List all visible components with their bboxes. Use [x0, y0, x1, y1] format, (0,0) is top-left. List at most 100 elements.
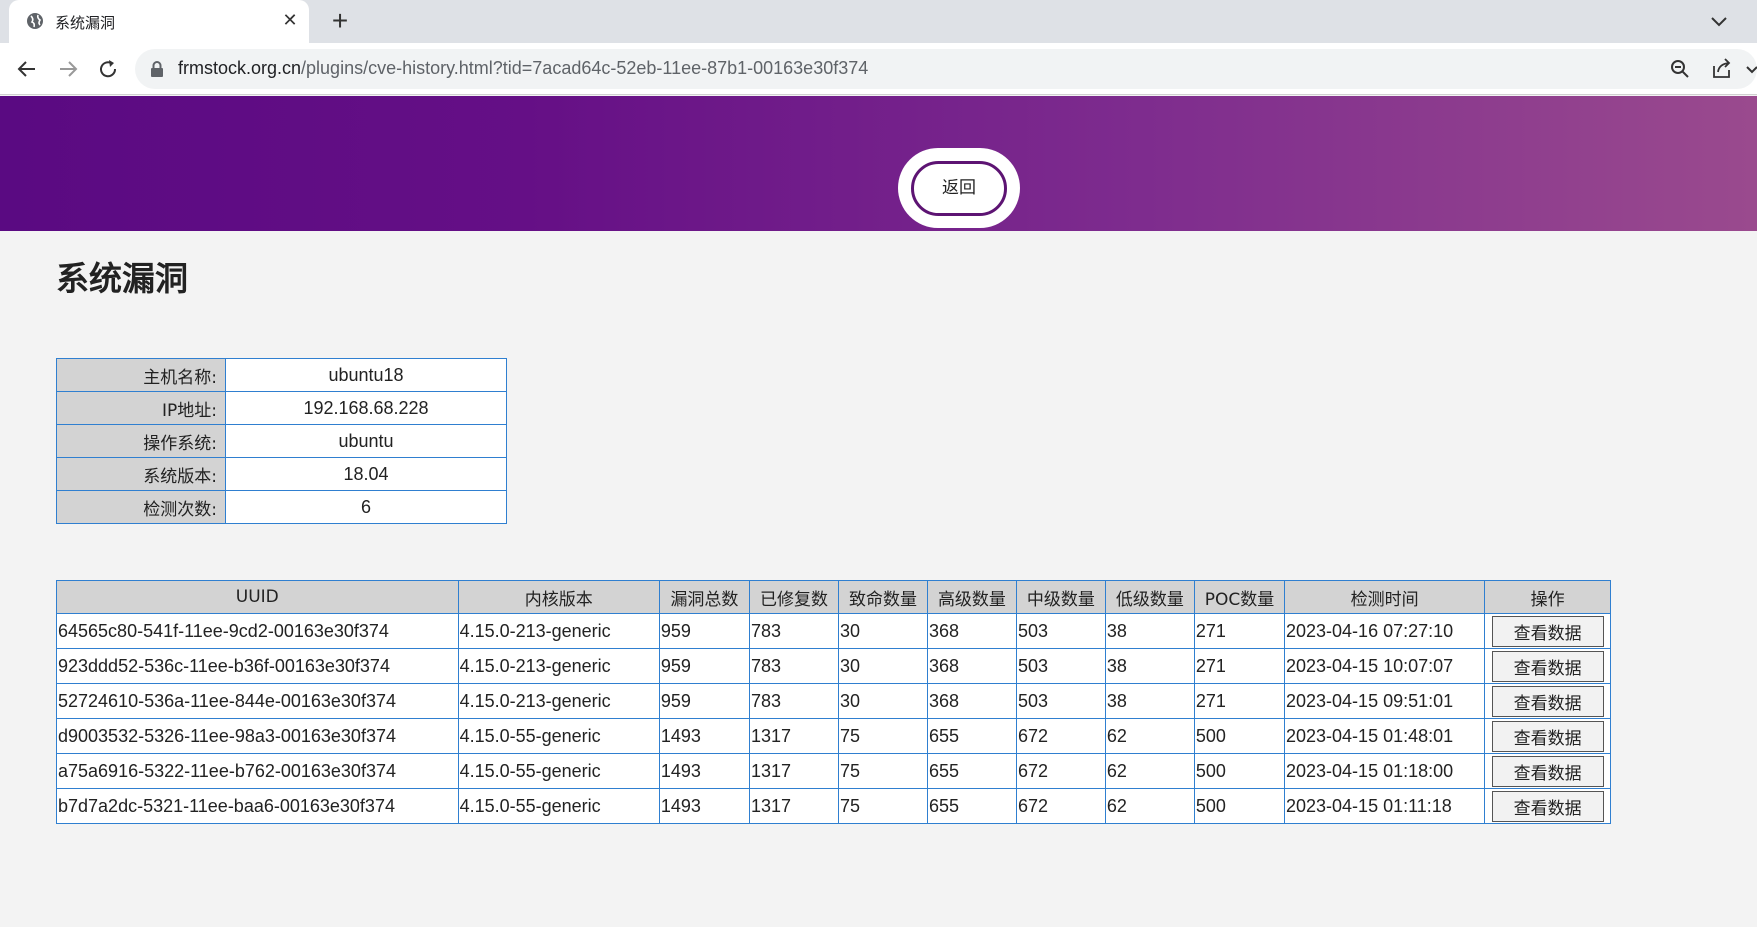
host-info-row: IP地址: 192.168.68.228 — [56, 391, 507, 425]
cell-medium-count: 503 — [1015, 613, 1106, 649]
column-header-scan-time: 检测时间 — [1283, 580, 1486, 614]
view-data-button[interactable]: 查看数据 — [1491, 720, 1604, 752]
close-tab-icon[interactable]: ✕ — [279, 9, 301, 31]
column-header-action: 操作 — [1484, 580, 1611, 614]
view-data-button[interactable]: 查看数据 — [1491, 650, 1604, 682]
view-data-button[interactable]: 查看数据 — [1491, 755, 1604, 787]
tab-search-chevron-icon[interactable] — [1706, 8, 1732, 34]
cell-kernel-version: 4.15.0-213-generic — [457, 613, 660, 649]
cell-total-vulns: 959 — [658, 683, 750, 719]
column-header-kernel-version: 内核版本 — [457, 580, 660, 614]
cell-kernel-version: 4.15.0-213-generic — [457, 648, 660, 684]
cell-fixed-count: 1317 — [748, 788, 839, 824]
host-info-row: 主机名称: ubuntu18 — [56, 358, 507, 392]
cell-high-count: 655 — [926, 788, 1017, 824]
cell-low-count: 62 — [1104, 718, 1195, 754]
url-domain: frmstock.org.cn — [178, 58, 302, 78]
new-tab-button[interactable]: + — [325, 6, 355, 36]
table-row: a75a6916-5322-11ee-b762-00163e30f374 4.15… — [56, 753, 1611, 789]
cell-fixed-count: 783 — [748, 648, 839, 684]
host-info-row: 操作系统: ubuntu — [56, 424, 507, 458]
cell-action: 查看数据 — [1484, 788, 1611, 824]
cell-critical-count: 30 — [837, 683, 928, 719]
cell-total-vulns: 959 — [658, 648, 750, 684]
cell-fixed-count: 783 — [748, 613, 839, 649]
cell-high-count: 368 — [926, 648, 1017, 684]
forward-arrow-icon[interactable] — [55, 56, 81, 82]
cell-fixed-count: 1317 — [748, 753, 839, 789]
cell-poc-count: 271 — [1193, 648, 1286, 684]
back-button[interactable]: 返回 — [911, 161, 1007, 216]
cell-scan-time: 2023-04-15 10:07:07 — [1283, 648, 1486, 684]
cell-low-count: 38 — [1104, 648, 1195, 684]
host-info-label: 检测次数: — [56, 490, 226, 524]
column-header-low-count: 低级数量 — [1104, 580, 1195, 614]
cell-scan-time: 2023-04-15 01:18:00 — [1283, 753, 1486, 789]
table-row: 923ddd52-536c-11ee-b36f-00163e30f374 4.15… — [56, 648, 1611, 684]
table-row: b7d7a2dc-5321-11ee-baa6-00163e30f374 4.15… — [56, 788, 1611, 824]
cell-total-vulns: 1493 — [658, 718, 750, 754]
reload-icon[interactable] — [95, 56, 121, 82]
table-row: 52724610-536a-11ee-844e-00163e30f374 4.15… — [56, 683, 1611, 719]
host-info-value: ubuntu — [225, 424, 507, 458]
share-icon[interactable] — [1709, 56, 1735, 82]
cell-scan-time: 2023-04-15 09:51:01 — [1283, 683, 1486, 719]
host-info-value: 18.04 — [225, 457, 507, 491]
cell-total-vulns: 1493 — [658, 753, 750, 789]
table-row: 64565c80-541f-11ee-9cd2-00163e30f374 4.15… — [56, 613, 1611, 649]
cell-medium-count: 672 — [1015, 718, 1106, 754]
cell-scan-time: 2023-04-15 01:11:18 — [1283, 788, 1486, 824]
host-info-label: 操作系统: — [56, 424, 226, 458]
cell-uuid: 64565c80-541f-11ee-9cd2-00163e30f374 — [56, 613, 459, 649]
view-data-button[interactable]: 查看数据 — [1491, 685, 1604, 717]
cell-kernel-version: 4.15.0-55-generic — [457, 718, 660, 754]
column-header-medium-count: 中级数量 — [1015, 580, 1106, 614]
cell-uuid: a75a6916-5322-11ee-b762-00163e30f374 — [56, 753, 459, 789]
cell-critical-count: 75 — [837, 718, 928, 754]
page-title: 系统漏洞 — [56, 259, 188, 298]
cve-history-table: UUID 内核版本 漏洞总数 已修复数 致命数量 高级数量 中级数量 低级数量 POC数量 检测时… — [56, 580, 1611, 824]
cell-medium-count: 672 — [1015, 788, 1106, 824]
back-arrow-icon[interactable] — [14, 56, 40, 82]
cell-uuid: d9003532-5326-11ee-98a3-00163e30f374 — [56, 718, 459, 754]
cell-kernel-version: 4.15.0-213-generic — [457, 683, 660, 719]
view-data-button[interactable]: 查看数据 — [1491, 790, 1604, 822]
host-info-value: 6 — [225, 490, 507, 524]
cell-medium-count: 672 — [1015, 753, 1106, 789]
cell-low-count: 38 — [1104, 613, 1195, 649]
cell-medium-count: 503 — [1015, 683, 1106, 719]
cell-low-count: 62 — [1104, 753, 1195, 789]
cell-poc-count: 500 — [1193, 718, 1286, 754]
zoom-icon[interactable] — [1667, 56, 1693, 82]
cell-action: 查看数据 — [1484, 753, 1611, 789]
host-info-row: 检测次数: 6 — [56, 490, 507, 524]
cell-action: 查看数据 — [1484, 648, 1611, 684]
cell-high-count: 368 — [926, 613, 1017, 649]
cell-low-count: 38 — [1104, 683, 1195, 719]
cell-high-count: 655 — [926, 718, 1017, 754]
cell-poc-count: 500 — [1193, 788, 1286, 824]
cell-total-vulns: 1493 — [658, 788, 750, 824]
host-info-row: 系统版本: 18.04 — [56, 457, 507, 491]
menu-chevron-icon[interactable] — [1745, 56, 1757, 82]
host-info-table: 主机名称: ubuntu18 IP地址: 192.168.68.228 操作系统: ubu… — [56, 358, 507, 524]
view-data-button[interactable]: 查看数据 — [1491, 615, 1604, 647]
cell-poc-count: 500 — [1193, 753, 1286, 789]
browser-tab[interactable]: 系统漏洞 ✕ — [9, 0, 309, 43]
url-text[interactable]: frmstock.org.cn/plugins/cve-history.html… — [178, 58, 868, 79]
header-banner — [0, 96, 1757, 231]
column-header-poc-count: POC数量 — [1193, 580, 1286, 614]
cell-poc-count: 271 — [1193, 683, 1286, 719]
column-header-high-count: 高级数量 — [926, 580, 1017, 614]
cell-critical-count: 75 — [837, 753, 928, 789]
cell-fixed-count: 1317 — [748, 718, 839, 754]
cell-low-count: 62 — [1104, 788, 1195, 824]
cell-critical-count: 30 — [837, 648, 928, 684]
cell-critical-count: 30 — [837, 613, 928, 649]
cell-poc-count: 271 — [1193, 613, 1286, 649]
cell-scan-time: 2023-04-16 07:27:10 — [1283, 613, 1486, 649]
cell-kernel-version: 4.15.0-55-generic — [457, 753, 660, 789]
lock-icon[interactable] — [149, 60, 165, 78]
column-header-total-vulns: 漏洞总数 — [658, 580, 750, 614]
host-info-value: ubuntu18 — [225, 358, 507, 392]
